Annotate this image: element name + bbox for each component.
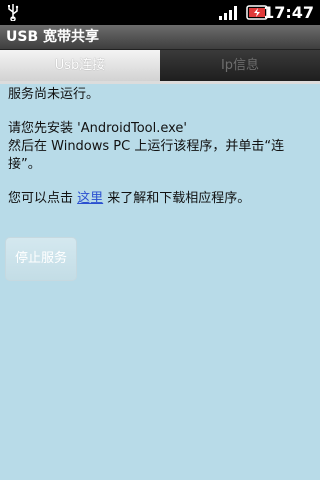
service-status-text: 服务尚未运行。	[8, 87, 100, 102]
content-area: 服务尚未运行。 请您先安装 'AndroidTool.exe' 然后在 Wind…	[8, 86, 312, 208]
signal-icon	[219, 6, 237, 20]
tab-bar: Usb连接 Ip信息	[0, 50, 320, 81]
download-hint: 您可以点击 这里 来了解和下载相应程序。	[8, 190, 312, 208]
app-title-bar: USB 宽带共享	[0, 25, 320, 50]
install-instructions: 请您先安装 'AndroidTool.exe' 然后在 Windows PC 上…	[8, 120, 312, 174]
tab-usb-connection[interactable]: Usb连接	[0, 50, 160, 81]
link-prefix: 您可以点击	[8, 191, 78, 206]
tab-ip-info[interactable]: Ip信息	[160, 50, 320, 81]
app-title: USB 宽带共享	[6, 29, 99, 45]
tab-indicator	[0, 81, 320, 84]
instruction-line-3: 接”。	[8, 157, 41, 172]
download-link[interactable]: 这里	[77, 191, 103, 206]
status-bar: 17:47	[0, 0, 320, 25]
instruction-line-2: 然后在 Windows PC 上运行该程序，并单击“连	[8, 139, 285, 154]
usb-icon	[8, 4, 19, 21]
instruction-line-1: 请您先安装 'AndroidTool.exe'	[8, 121, 187, 136]
stop-service-button[interactable]: 停止服务	[5, 237, 77, 281]
clock: 17:47	[263, 3, 314, 22]
link-suffix: 来了解和下载相应程序。	[103, 191, 251, 206]
